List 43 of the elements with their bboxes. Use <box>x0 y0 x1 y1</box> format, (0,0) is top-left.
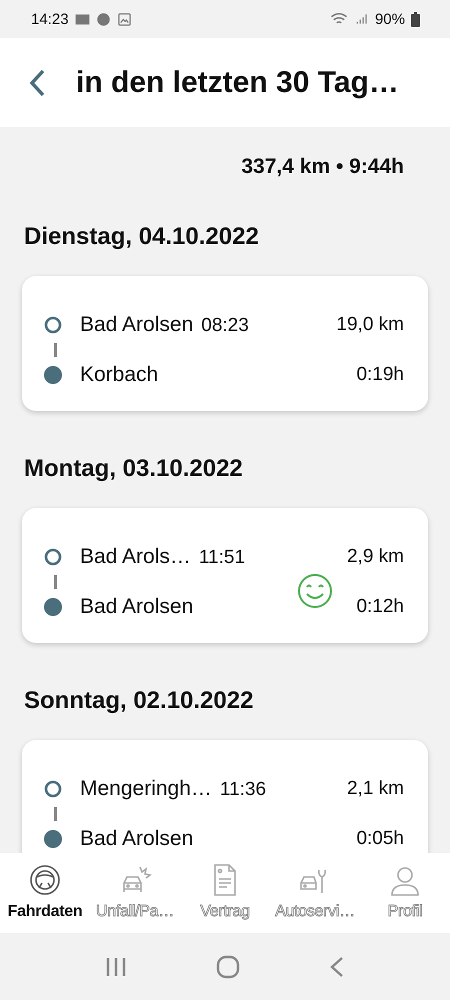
end-place: Bad Arolsen <box>80 827 194 851</box>
screen-title: in den letzten 30 Tag… <box>76 66 399 100</box>
start-point-icon <box>44 316 62 334</box>
trip-distance: 2,9 km <box>346 546 404 568</box>
nav-tab[interactable]: Vertrag <box>180 863 270 921</box>
end-point-icon <box>44 366 62 384</box>
trip-card[interactable]: Bad Arols… 11:51 2,9 km Bad Arolsen 0:12h <box>22 508 428 643</box>
trip-distance: 2,1 km <box>346 778 404 800</box>
trip-card[interactable]: Mengeringh… 11:36 2,1 km Bad Arolsen 0:05h <box>22 740 428 853</box>
end-point-icon <box>44 598 62 616</box>
home-icon[interactable] <box>216 954 240 978</box>
nav-tab[interactable]: Autoservi… <box>270 863 360 921</box>
end-point-icon <box>44 830 62 848</box>
nav-tab[interactable]: Unfall/Pa… <box>90 863 180 921</box>
nav-tab[interactable]: Fahrdaten <box>0 863 90 921</box>
start-place: Mengeringh… <box>80 777 212 801</box>
back-icon[interactable] <box>28 68 46 96</box>
battery-percentage: 90% <box>374 10 405 28</box>
trip-duration: 0:05h <box>355 828 404 850</box>
start-place: Bad Arolsen <box>80 313 194 337</box>
trip-card[interactable]: Bad Arolsen 08:23 19,0 km Korbach 0:19h <box>22 276 428 411</box>
end-place: Bad Arolsen <box>80 595 194 619</box>
total-summary: 337,4 km • 9:44h <box>241 155 404 179</box>
day-heading: Sonntag, 02.10.2022 <box>24 687 254 715</box>
trip-distance: 19,0 km <box>336 314 404 336</box>
start-point-icon <box>44 780 62 798</box>
day-heading: Dienstag, 04.10.2022 <box>24 223 260 251</box>
end-place: Korbach <box>80 363 160 387</box>
battery-icon <box>411 12 420 26</box>
nav-tab[interactable]: Profil <box>360 863 450 921</box>
back-nav-icon[interactable] <box>329 956 346 978</box>
start-time: 11:51 <box>198 547 246 569</box>
start-place: Bad Arols… <box>80 545 191 569</box>
day-heading: Montag, 03.10.2022 <box>24 455 244 483</box>
steering-wheel-icon <box>28 863 62 897</box>
trip-duration: 0:12h <box>355 596 404 618</box>
start-time: 11:36 <box>220 779 266 801</box>
status-time: 14:23 <box>31 10 69 28</box>
start-point-icon <box>44 548 62 566</box>
recent-apps-icon[interactable] <box>104 956 127 978</box>
image-icon <box>116 12 132 26</box>
trip-duration: 0:19h <box>355 364 404 386</box>
start-time: 08:23 <box>201 315 249 337</box>
